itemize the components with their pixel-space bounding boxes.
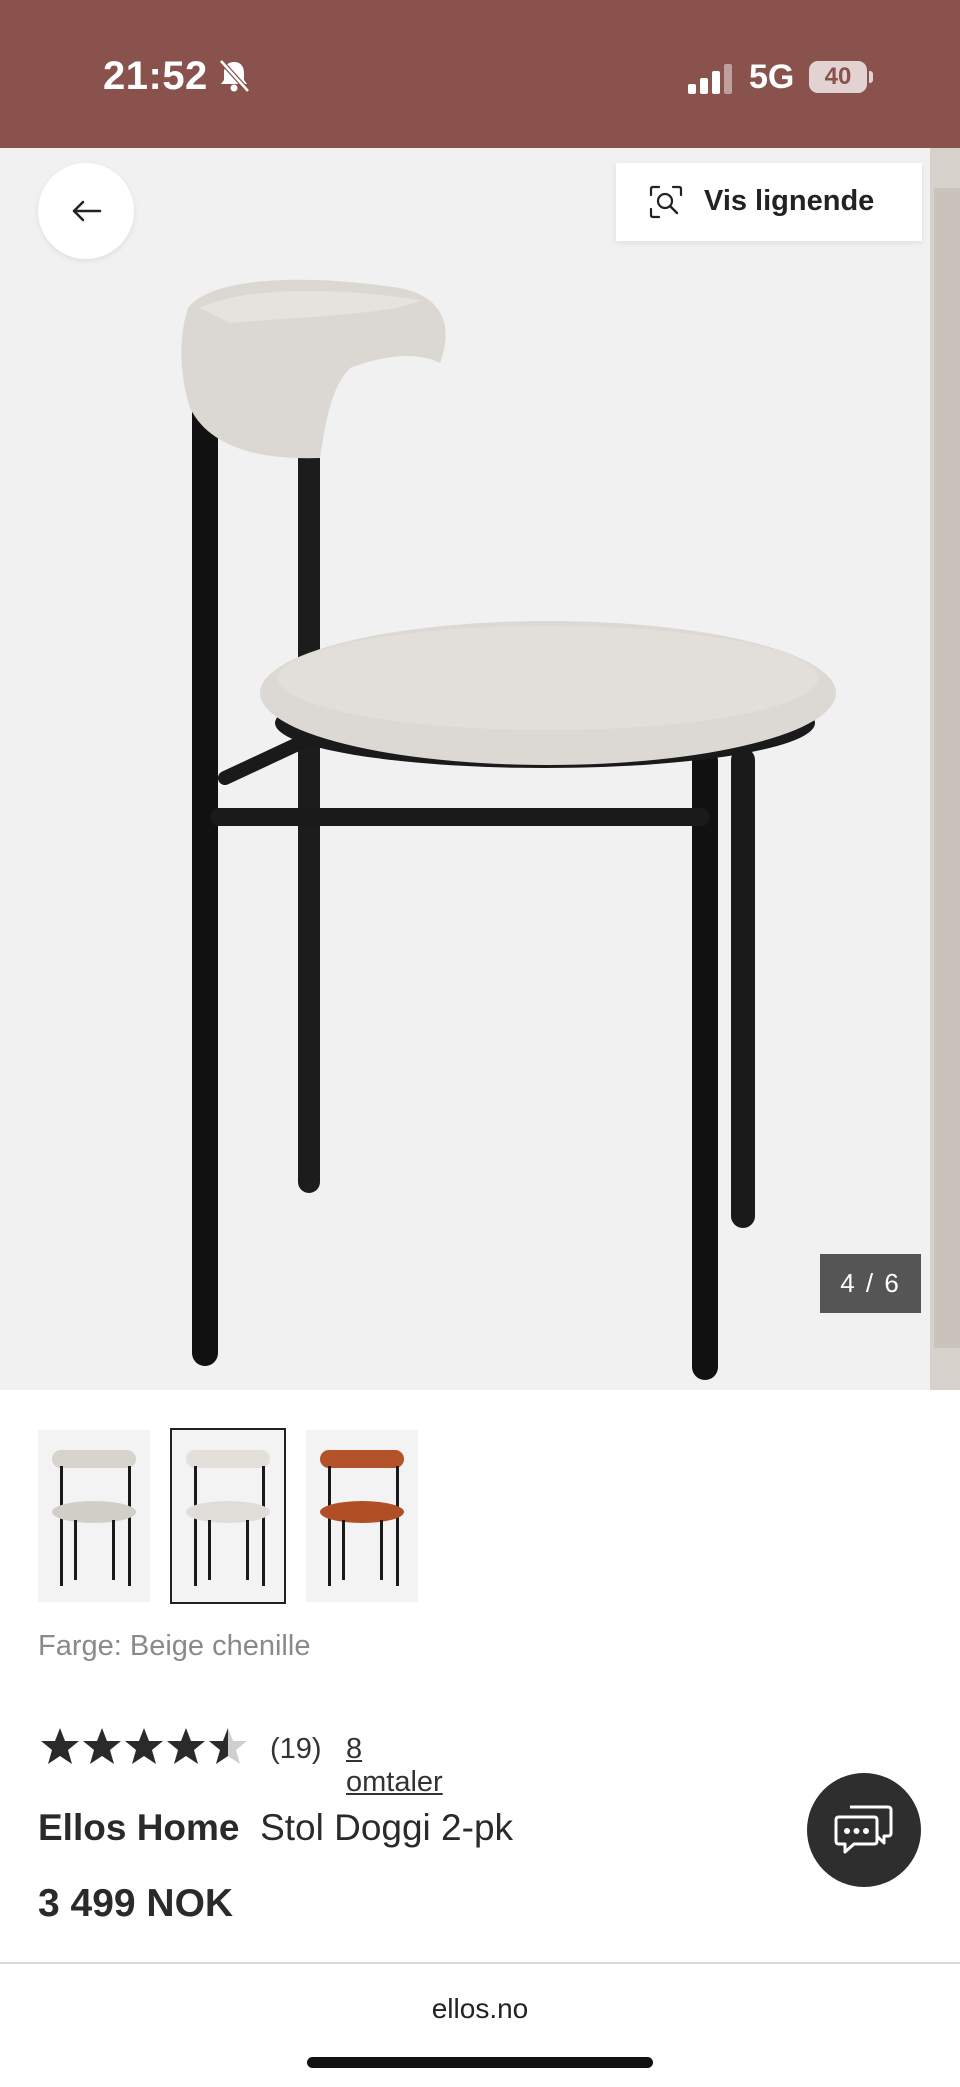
chat-icon xyxy=(834,1805,893,1854)
battery-icon: 40 xyxy=(809,61,873,95)
variant-thumb-beige[interactable] xyxy=(38,1430,150,1602)
reviews-link[interactable]: 8 omtaler xyxy=(346,1733,443,1799)
show-similar-button[interactable]: Vis lignende xyxy=(616,163,922,241)
product-image[interactable] xyxy=(0,148,930,1390)
rating-stars xyxy=(41,1728,247,1764)
status-time: 21:52 xyxy=(103,54,208,98)
signal-icon xyxy=(688,64,732,94)
chair-photo xyxy=(181,279,836,1380)
chair-thumbnail xyxy=(186,1450,270,1586)
browser-address-bar[interactable] xyxy=(0,1964,960,2087)
browser-url[interactable]: ellos.no xyxy=(0,1993,960,2025)
rating-count: (19) xyxy=(270,1733,322,1765)
image-counter: 4 / 6 xyxy=(820,1254,921,1313)
home-indicator[interactable] xyxy=(307,2057,653,2068)
variant-thumb-white[interactable] xyxy=(170,1428,286,1604)
chair-thumbnail xyxy=(320,1450,404,1586)
star-icon xyxy=(41,1728,79,1764)
network-type: 5G xyxy=(749,58,795,96)
product-price: 3 499 NOK xyxy=(38,1882,234,1925)
bell-muted-icon xyxy=(219,59,250,93)
chat-button[interactable] xyxy=(807,1773,921,1887)
product-title: Ellos Home Stol Doggi 2-pk xyxy=(38,1807,513,1849)
visual-search-icon xyxy=(649,185,683,219)
half-star-icon xyxy=(209,1728,247,1764)
product-brand[interactable]: Ellos Home xyxy=(38,1807,240,1848)
star-icon xyxy=(167,1728,205,1764)
show-similar-label: Vis lignende xyxy=(704,185,875,217)
back-arrow-icon xyxy=(72,200,102,222)
variant-thumb-rust[interactable] xyxy=(306,1430,418,1602)
status-bar: 21:52 5G 40 xyxy=(0,0,960,148)
back-button[interactable] xyxy=(38,163,134,259)
star-icon xyxy=(125,1728,163,1764)
next-image-peek[interactable] xyxy=(930,148,960,1390)
battery-level: 40 xyxy=(824,63,852,90)
star-icon xyxy=(83,1728,121,1764)
selected-color-label: Farge: Beige chenille xyxy=(38,1630,311,1662)
chair-thumbnail xyxy=(52,1450,136,1586)
product-name: Stol Doggi 2-pk xyxy=(260,1807,514,1848)
